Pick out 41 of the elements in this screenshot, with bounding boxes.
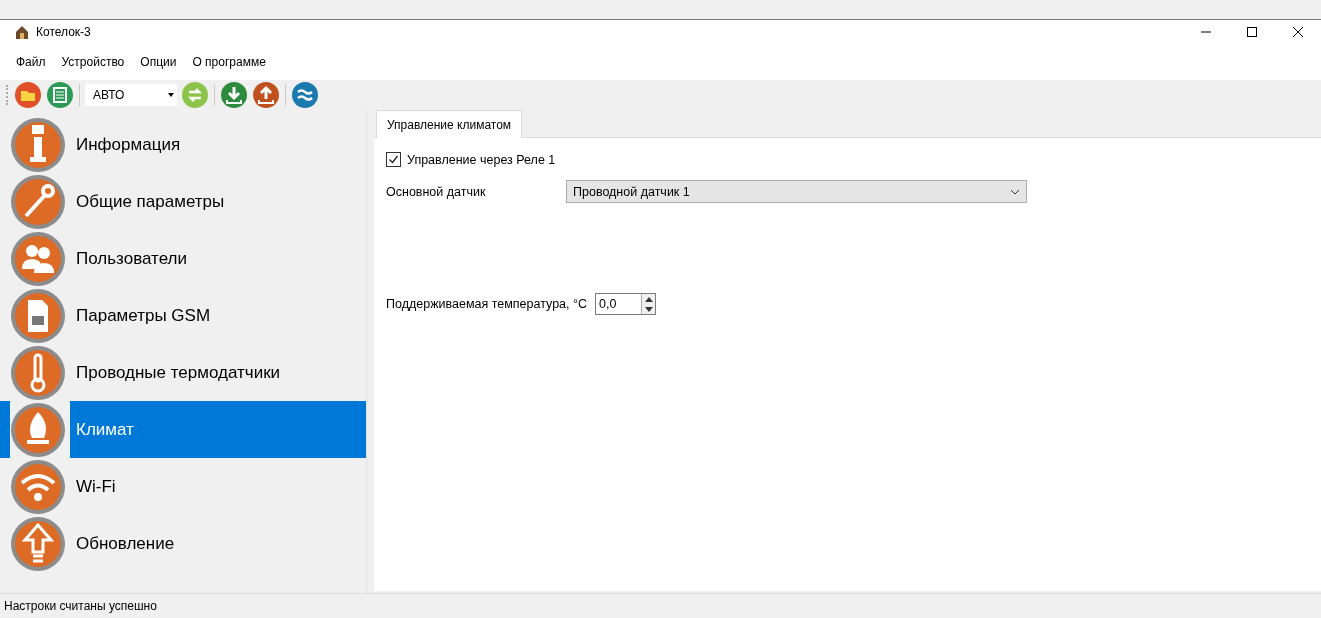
folder-icon[interactable]: [14, 81, 42, 109]
sidebar-item[interactable]: Параметры GSM: [0, 287, 366, 344]
upload-icon[interactable]: [252, 81, 280, 109]
menu-item[interactable]: Устройство: [53, 53, 133, 71]
users-icon: [10, 230, 66, 287]
menu-item[interactable]: О программе: [184, 53, 274, 71]
menu-item[interactable]: Файл: [8, 53, 54, 71]
menu-item[interactable]: Опции: [132, 53, 185, 71]
download-icon[interactable]: [220, 81, 248, 109]
info-icon: [10, 116, 66, 173]
up-arrow-icon[interactable]: [644, 296, 653, 302]
sidebar-item[interactable]: Обновление: [0, 515, 366, 572]
sidebar-item[interactable]: Информация: [0, 116, 366, 173]
calculator-icon[interactable]: [46, 81, 74, 109]
window-title: Котелок-3: [36, 25, 91, 39]
sidebar-item[interactable]: Проводные термодатчики: [0, 344, 366, 401]
field-label: Поддерживаемая температура, °C: [386, 297, 588, 311]
sim-card-icon: [10, 287, 66, 344]
temperature-spinbox[interactable]: 0,0: [595, 293, 657, 315]
flame-icon: [10, 401, 66, 458]
wifi-icon: [10, 458, 66, 515]
close-icon: [1292, 26, 1304, 38]
app-icon: [14, 24, 30, 40]
sidebar-item[interactable]: Wi-Fi: [0, 458, 366, 515]
sidebar-item[interactable]: Пользователи: [0, 230, 366, 287]
down-arrow-icon[interactable]: [644, 306, 653, 312]
sidebar-item[interactable]: Общие параметры: [0, 173, 366, 230]
tab[interactable]: Управление климатом: [376, 110, 523, 138]
chevron-down-icon: [1010, 188, 1020, 195]
mode-dropdown[interactable]: АВТО: [85, 84, 177, 106]
field-label: Основной датчик: [386, 184, 487, 199]
sidebar-item[interactable]: Климат: [0, 401, 366, 458]
caret-icon: [167, 92, 175, 98]
thermometer-icon: [10, 344, 66, 401]
wrench-icon: [10, 173, 66, 230]
status-text: Настроки считаны успешно: [4, 599, 157, 613]
checkbox[interactable]: [386, 152, 401, 167]
sensor-dropdown[interactable]: Проводной датчик 1: [566, 180, 1027, 203]
maximize-icon: [1246, 26, 1258, 38]
checkbox-label: Управление через Реле 1: [407, 152, 556, 167]
wave-icon[interactable]: [291, 81, 319, 109]
